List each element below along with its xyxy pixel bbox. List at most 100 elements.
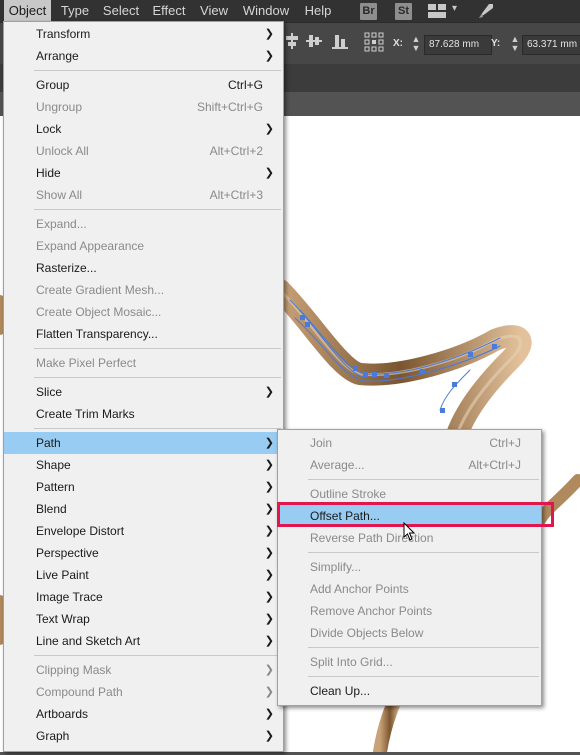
label: Clean Up...	[310, 684, 371, 698]
menu-help[interactable]: Help	[300, 0, 336, 22]
stock-icon[interactable]: St	[395, 3, 412, 20]
label: Image Trace	[36, 590, 103, 604]
menu-item-create-trim-marks[interactable]: Create Trim Marks	[4, 403, 283, 425]
label: Rasterize...	[36, 261, 97, 275]
menu-item-clipping-mask[interactable]: Clipping Mask ❯	[4, 659, 283, 681]
menu-item-transform[interactable]: Transform ❯	[4, 23, 283, 45]
label: Text Wrap	[36, 612, 90, 626]
shortcut: Alt+Ctrl+3	[209, 188, 263, 202]
shortcut: Ctrl+J	[489, 436, 521, 450]
label: Shape	[36, 458, 71, 472]
align-bottom-icon[interactable]	[332, 33, 348, 49]
bridge-icon[interactable]: Br	[360, 3, 377, 20]
chevron-right-icon: ❯	[264, 503, 274, 515]
menu-effect[interactable]: Effect	[147, 0, 191, 22]
menu-item-text-wrap[interactable]: Text Wrap ❯	[4, 608, 283, 630]
menu-item-pattern[interactable]: Pattern ❯	[4, 476, 283, 498]
separator	[34, 377, 281, 378]
menu-item-add-anchor-points[interactable]: Add Anchor Points	[278, 578, 541, 600]
menu-item-shape[interactable]: Shape ❯	[4, 454, 283, 476]
chevron-right-icon: ❯	[264, 613, 274, 625]
chevron-down-icon[interactable]: ▾	[452, 3, 457, 14]
label: Clipping Mask	[36, 663, 112, 677]
label: Flatten Transparency...	[36, 327, 158, 341]
menu-item-artboards[interactable]: Artboards ❯	[4, 703, 283, 725]
menu-item-unlock-all[interactable]: Unlock All Alt+Ctrl+2	[4, 140, 283, 162]
chevron-right-icon: ❯	[264, 50, 274, 62]
shortcut: Alt+Ctrl+J	[468, 458, 521, 472]
menu-item-join[interactable]: Join Ctrl+J	[278, 432, 541, 454]
menu-item-hide[interactable]: Hide ❯	[4, 162, 283, 184]
separator	[34, 428, 281, 429]
menu-item-envelope-distort[interactable]: Envelope Distort ❯	[4, 520, 283, 542]
menu-item-path[interactable]: Path ❯	[4, 432, 283, 454]
menu-item-blend[interactable]: Blend ❯	[4, 498, 283, 520]
align-center-icon[interactable]	[284, 33, 300, 49]
menu-item-show-all[interactable]: Show All Alt+Ctrl+3	[4, 184, 283, 206]
chevron-right-icon: ❯	[264, 123, 274, 135]
menu-item-live-paint[interactable]: Live Paint ❯	[4, 564, 283, 586]
menu-item-line-and-sketch-art[interactable]: Line and Sketch Art ❯	[4, 630, 283, 652]
cursor-icon	[403, 521, 417, 542]
x-stepper[interactable]: ▲ ▼	[410, 35, 422, 53]
chevron-right-icon: ❯	[264, 569, 274, 581]
reference-point-icon[interactable]	[364, 32, 384, 52]
separator	[308, 479, 539, 480]
label: Blend	[36, 502, 67, 516]
label: Split Into Grid...	[310, 655, 393, 669]
chevron-right-icon: ❯	[264, 481, 274, 493]
label: Group	[36, 78, 70, 92]
label: Join	[310, 436, 333, 450]
menu-item-flatten-transparency[interactable]: Flatten Transparency...	[4, 323, 283, 345]
path-submenu: Join Ctrl+J Average... Alt+Ctrl+J Outline …	[277, 429, 542, 706]
menu-item-slice[interactable]: Slice ❯	[4, 381, 283, 403]
separator	[34, 348, 281, 349]
label: Create Gradient Mesh...	[36, 283, 165, 297]
menu-item-make-pixel-perfect[interactable]: Make Pixel Perfect	[4, 352, 283, 374]
menu-item-remove-anchor-points[interactable]: Remove Anchor Points	[278, 600, 541, 622]
menu-item-arrange[interactable]: Arrange ❯	[4, 45, 283, 67]
label: Show All	[36, 188, 83, 202]
menu-window[interactable]: Window	[238, 0, 294, 22]
menu-item-average[interactable]: Average... Alt+Ctrl+J	[278, 454, 541, 476]
menu-view[interactable]: View	[196, 0, 232, 22]
menu-item-divide-objects-below[interactable]: Divide Objects Below	[278, 622, 541, 644]
chevron-right-icon: ❯	[264, 547, 274, 559]
chevron-right-icon: ❯	[264, 28, 274, 40]
menu-type[interactable]: Type	[55, 0, 95, 22]
y-field[interactable]: 63.371 mm	[522, 35, 580, 55]
menu-item-perspective[interactable]: Perspective ❯	[4, 542, 283, 564]
menu-item-image-trace[interactable]: Image Trace ❯	[4, 586, 283, 608]
label: Simplify...	[310, 560, 362, 574]
menu-item-ungroup[interactable]: Ungroup Shift+Ctrl+G	[4, 96, 283, 118]
label: Add Anchor Points	[310, 582, 409, 596]
label: Expand Appearance	[36, 239, 145, 253]
y-stepper[interactable]: ▲ ▼	[509, 35, 521, 53]
label: Live Paint	[36, 568, 89, 582]
label: Hide	[36, 166, 61, 180]
menu-item-lock[interactable]: Lock ❯	[4, 118, 283, 140]
menu-item-create-object-mosaic[interactable]: Create Object Mosaic...	[4, 301, 283, 323]
menu-item-rasterize[interactable]: Rasterize...	[4, 257, 283, 279]
menu-item-graph[interactable]: Graph ❯	[4, 725, 283, 747]
workspace-layout-icon[interactable]	[428, 4, 446, 18]
shortcut: Ctrl+G	[227, 78, 263, 92]
menu-item-expand[interactable]: Expand...	[4, 213, 283, 235]
align-vertical-center-icon[interactable]	[306, 33, 322, 49]
menu-bar: Object Type Select Effect View Window He…	[0, 0, 580, 22]
menu-item-group[interactable]: Group Ctrl+G	[4, 74, 283, 96]
menu-item-create-gradient-mesh[interactable]: Create Gradient Mesh...	[4, 279, 283, 301]
menu-item-split-into-grid[interactable]: Split Into Grid...	[278, 651, 541, 673]
menu-object[interactable]: Object	[4, 0, 51, 22]
x-field[interactable]: 87.628 mm	[424, 35, 492, 55]
label: Compound Path	[36, 685, 123, 699]
shortcut: Shift+Ctrl+G	[196, 100, 263, 114]
menu-item-compound-path[interactable]: Compound Path ❯	[4, 681, 283, 703]
menu-select[interactable]: Select	[99, 0, 143, 22]
label: Average...	[310, 458, 365, 472]
menu-item-expand-appearance[interactable]: Expand Appearance	[4, 235, 283, 257]
menu-item-simplify[interactable]: Simplify...	[278, 556, 541, 578]
rocket-icon[interactable]	[477, 2, 495, 20]
menu-item-clean-up[interactable]: Clean Up...	[278, 680, 541, 702]
label: Make Pixel Perfect	[36, 356, 137, 370]
